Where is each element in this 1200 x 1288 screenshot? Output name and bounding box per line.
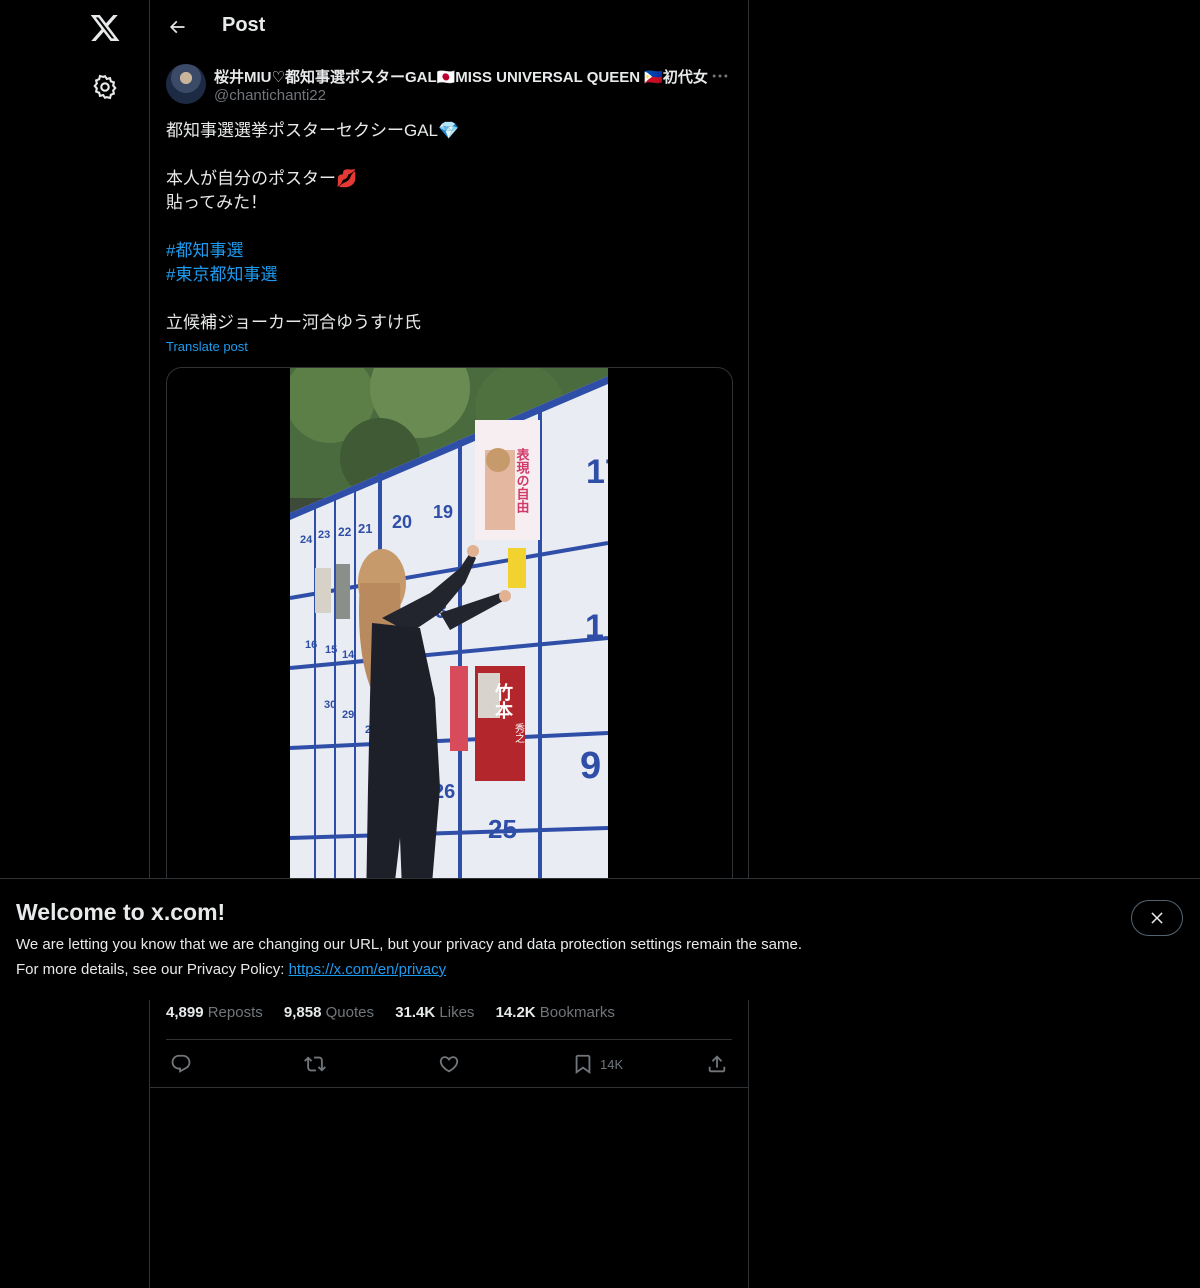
board-number: 14 [342, 649, 355, 661]
share-button[interactable] [706, 1050, 728, 1078]
back-button[interactable] [162, 12, 192, 42]
post-line: 本人が自分のポスター💋 [166, 169, 358, 188]
post-text: 都知事選選挙ポスターセクシーGAL💎 本人が自分のポスター💋 貼ってみた！ #都… [166, 119, 732, 335]
board-number: 17 [586, 453, 608, 491]
header: Post [150, 0, 748, 54]
bookmarks-count: 14.2K [495, 1004, 536, 1021]
action-bar: 14K [166, 1050, 732, 1078]
left-nav [0, 0, 149, 1288]
likes-stat[interactable]: 31.4K Likes [395, 1004, 474, 1021]
board-number: 21 [358, 521, 372, 536]
post-line [166, 143, 732, 167]
poster-title: 表現の自由 [515, 447, 531, 514]
board-number: 19 [433, 502, 453, 522]
bookmarks-stat[interactable]: 14.2K Bookmarks [496, 1004, 615, 1021]
banner-privacy-line: For more details, see our Privacy Policy… [16, 961, 446, 978]
board-number: 30 [324, 699, 336, 711]
banner-message: We are letting you know that we are chan… [16, 936, 802, 953]
reposts-count: 4,899 [166, 1004, 204, 1021]
heart-icon [439, 1056, 459, 1073]
gear-icon[interactable] [91, 73, 119, 101]
share-icon [708, 1055, 726, 1073]
repost-button[interactable] [304, 1050, 326, 1078]
likes-count: 31.4K [395, 1004, 436, 1021]
close-icon [1151, 912, 1163, 924]
bookmark-count: 14K [600, 1056, 624, 1072]
divider [166, 1039, 732, 1040]
primary-column: Post 桜井MIU♡都知事選ポスターGAL🇯🇵MISS UNIVERSAL Q… [149, 0, 749, 1288]
x-logo-icon[interactable] [89, 12, 121, 44]
more-icon[interactable] [710, 66, 734, 86]
bookmark-icon [575, 1054, 591, 1075]
candidate-given-name: 秀之 [513, 723, 525, 743]
avatar[interactable] [166, 64, 206, 104]
banner-title: Welcome to x.com! [16, 899, 226, 925]
hashtag-link[interactable]: #東京都知事選 [166, 263, 732, 287]
reposts-label: Reposts [207, 1004, 263, 1021]
board-number: 9 [580, 745, 601, 787]
page-title: Post [222, 14, 266, 36]
privacy-policy-link[interactable]: https://x.com/en/privacy [289, 961, 447, 978]
translate-post-link[interactable]: Translate post [166, 339, 248, 354]
board-number: 20 [392, 512, 412, 532]
board-number: 16 [305, 639, 317, 651]
divider [150, 1087, 748, 1088]
url-change-banner: Welcome to x.com! We are letting you kno… [0, 878, 1200, 1000]
board-number: 29 [342, 709, 354, 721]
bookmark-button[interactable]: 14K [572, 1050, 623, 1078]
post-line [166, 215, 732, 239]
board-number: 24 [300, 534, 313, 546]
board-number: 1 [585, 608, 604, 646]
like-button[interactable] [438, 1050, 460, 1078]
back-arrow-icon [169, 20, 185, 34]
post-line: 都知事選選挙ポスターセクシーGAL💎 [166, 121, 460, 140]
board-number: 22 [338, 525, 352, 539]
post-stats: 4,899 Reposts 9,858 Quotes 31.4K Likes 1… [166, 1004, 632, 1021]
banner-privacy-prefix: For more details, see our Privacy Policy… [16, 961, 289, 978]
banner-close-button[interactable] [1131, 900, 1183, 936]
hashtag-link[interactable]: #都知事選 [166, 239, 732, 263]
author-name[interactable]: 桜井MIU♡都知事選ポスターGAL🇯🇵MISS UNIVERSAL QUEEN … [214, 66, 708, 87]
likes-label: Likes [439, 1004, 475, 1021]
quotes-count: 9,858 [283, 1004, 322, 1021]
reposts-stat[interactable]: 4,899 Reposts [166, 1004, 263, 1021]
board-number: 25 [488, 814, 517, 844]
quotes-label: Quotes [325, 1004, 375, 1021]
candidate-name: 竹本 [493, 682, 514, 720]
bookmarks-label: Bookmarks [539, 1004, 615, 1021]
board-number: 23 [318, 529, 330, 541]
post-line: 貼ってみた！ [166, 193, 268, 212]
repost-icon [304, 1056, 326, 1072]
post-line: 立候補ジョーカー河合ゆうすけ氏 [166, 313, 421, 332]
reply-icon [171, 1054, 191, 1073]
post-line [166, 287, 732, 311]
quotes-stat[interactable]: 9,858 Quotes [284, 1004, 374, 1021]
board-number: 15 [325, 644, 337, 656]
author-handle[interactable]: @chantichanti22 [214, 87, 326, 104]
reply-button[interactable] [170, 1050, 192, 1078]
